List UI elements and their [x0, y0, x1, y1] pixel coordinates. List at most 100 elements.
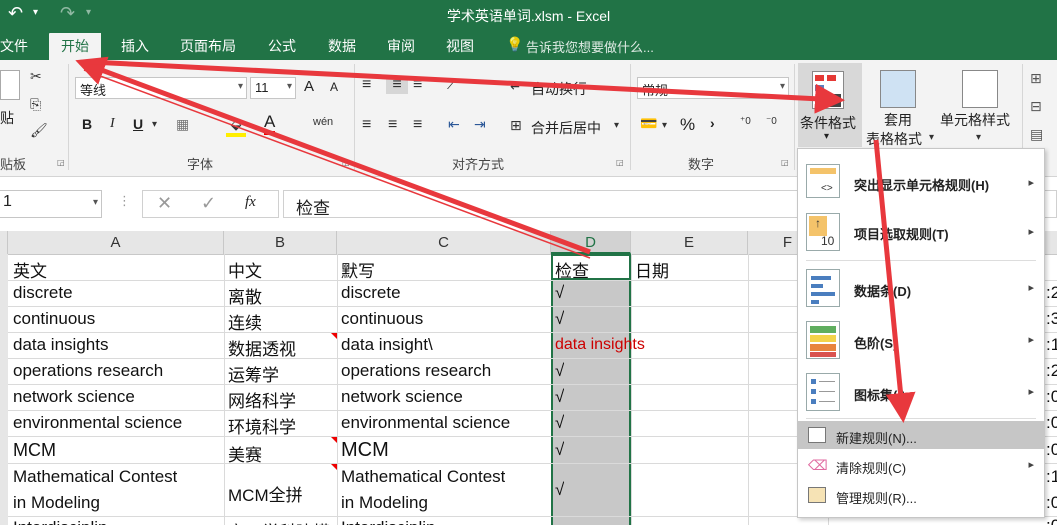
menu-item-icon-sets[interactable]: 图标集(I) ▸ [798, 367, 1044, 419]
decrease-indent-icon[interactable]: ⇤ [448, 116, 460, 133]
align-middle-icon[interactable]: ≡ [386, 76, 408, 94]
wrap-text-button[interactable]: 自动换行 [531, 79, 587, 99]
cell-c1[interactable]: 默写 [341, 257, 375, 282]
cell-a6[interactable]: network science [13, 387, 135, 407]
cell-a7[interactable]: environmental science [13, 413, 182, 433]
cell-b7[interactable]: 环境科学 [228, 413, 296, 438]
cell-styles-icon[interactable] [962, 70, 998, 108]
percent-button[interactable]: % [680, 115, 695, 135]
dialog-launcher-icon[interactable]: ◲ [57, 158, 65, 167]
tell-me-box[interactable]: 告诉我您想要做什么... [526, 37, 654, 56]
menu-item-clear-rules[interactable]: ⌫ 清除规则(C) ▸ [798, 451, 1044, 479]
cell-a1[interactable]: 英文 [13, 257, 47, 282]
tab-page-layout[interactable]: 页面布局 [180, 36, 236, 56]
cell-d5[interactable]: √ [555, 361, 564, 381]
wrap-text-icon[interactable]: ↵ [510, 78, 522, 95]
column-header-b[interactable]: B [224, 231, 337, 254]
cell-d7[interactable]: √ [555, 413, 564, 433]
tab-file[interactable]: 文件 [0, 36, 28, 56]
format-as-table-icon[interactable] [880, 70, 916, 108]
cell-b10[interactable]: 交叉学科建模 [228, 518, 330, 525]
tab-formulas[interactable]: 公式 [268, 36, 296, 56]
grow-font-button[interactable]: A [304, 78, 314, 95]
format-painter-icon[interactable]: 🖌 [30, 122, 48, 139]
cell-c7[interactable]: environmental science [341, 413, 510, 433]
chevron-down-icon[interactable]: ▾ [929, 132, 934, 143]
underline-button[interactable]: U [133, 116, 143, 132]
align-center-icon[interactable]: ≡ [388, 116, 397, 134]
column-header-a[interactable]: A [8, 231, 224, 254]
tab-view[interactable]: 视图 [446, 36, 474, 56]
cell-d1[interactable]: 检查 [555, 257, 589, 282]
fill-color-icon[interactable]: ⬙ [226, 116, 246, 137]
cell-a4[interactable]: data insights [13, 335, 108, 355]
format-as-table-button-l2[interactable]: 表格格式 [866, 129, 922, 149]
cell-d4[interactable]: data insights [555, 336, 645, 354]
cell-e1[interactable]: 日期 [635, 257, 669, 282]
select-all-corner[interactable] [0, 231, 8, 254]
cell-d2[interactable]: √ [555, 283, 564, 303]
cell-c4[interactable]: data insight\ [341, 335, 433, 355]
tab-home[interactable]: 开始 [49, 33, 101, 62]
insert-cells-icon[interactable]: ⊞ [1030, 70, 1042, 87]
cell-b8[interactable]: 美赛 [228, 441, 262, 466]
cell-d9[interactable]: √ [555, 480, 564, 500]
column-header-e[interactable]: E [631, 231, 748, 254]
cancel-icon[interactable]: ✕ [157, 193, 172, 214]
format-as-table-button-l1[interactable]: 套用 [884, 110, 912, 130]
format-cells-icon[interactable]: ▤ [1030, 126, 1043, 143]
menu-item-manage-rules[interactable]: 管理规则(R)... [798, 481, 1044, 509]
align-right-icon[interactable]: ≡ [413, 116, 422, 134]
increase-decimal-icon[interactable]: ⁺0 [740, 116, 751, 127]
cell-c2[interactable]: discrete [341, 283, 401, 303]
menu-item-highlight-rules[interactable]: <> 突出显示单元格规则(H) ▸ [798, 155, 1044, 207]
align-bottom-icon[interactable]: ≡ [413, 76, 422, 94]
menu-item-new-rule[interactable]: 新建规则(N)... [798, 421, 1044, 449]
cell-a5[interactable]: operations research [13, 361, 163, 381]
merge-center-button[interactable]: 合并后居中 [531, 118, 601, 138]
orientation-icon[interactable]: ⟋ [447, 76, 457, 93]
dialog-launcher-icon[interactable]: ◲ [781, 158, 789, 167]
accounting-icon[interactable]: 💳 [640, 115, 657, 132]
cell-c5[interactable]: operations research [341, 361, 491, 381]
dialog-launcher-icon[interactable]: ◲ [616, 158, 624, 167]
delete-cells-icon[interactable]: ⊟ [1030, 98, 1042, 115]
cell-b3[interactable]: 连续 [228, 309, 262, 334]
cell-a2[interactable]: discrete [13, 283, 73, 303]
increase-indent-icon[interactable]: ⇥ [474, 116, 486, 133]
cell-b4[interactable]: 数据透视 [228, 335, 296, 360]
bold-button[interactable]: B [82, 116, 92, 132]
borders-icon[interactable]: ▦ [176, 116, 189, 133]
name-box[interactable]: 1 ▾ [0, 190, 102, 218]
cell-c8[interactable]: MCM [341, 439, 389, 462]
cell-d8[interactable]: √ [555, 440, 564, 460]
cell-styles-button[interactable]: 单元格样式 [940, 110, 1010, 130]
cell-b6[interactable]: 网络科学 [228, 387, 296, 412]
cell-c6[interactable]: network science [341, 387, 463, 407]
conditional-formatting-button[interactable]: ≠ 条件格式 ▾ [798, 63, 862, 147]
merge-center-icon[interactable]: ⊞ [510, 117, 522, 134]
phonetic-button[interactable]: wén [313, 116, 333, 128]
enter-icon[interactable]: ✓ [201, 193, 216, 214]
cell-c9[interactable]: Mathematical Contest [341, 467, 505, 487]
font-name-combo[interactable]: 等线 ▾ [75, 77, 247, 99]
chevron-down-icon[interactable]: ▾ [976, 132, 981, 143]
number-format-combo[interactable]: 常规 ▾ [637, 77, 789, 99]
cell-b5[interactable]: 运筹学 [228, 361, 279, 386]
cell-d3[interactable]: √ [555, 309, 564, 329]
cell-d6[interactable]: √ [555, 387, 564, 407]
cut-icon[interactable]: ✂ [30, 68, 42, 85]
font-size-combo[interactable]: 11 ▾ [250, 77, 296, 99]
cell-b1[interactable]: 中文 [228, 257, 262, 282]
tab-data[interactable]: 数据 [328, 36, 356, 56]
tab-insert[interactable]: 插入 [121, 36, 149, 56]
column-header-d[interactable]: D [551, 231, 631, 254]
dialog-launcher-icon[interactable]: ◲ [342, 158, 350, 167]
menu-item-color-scales[interactable]: 色阶(S) ▸ [798, 315, 1044, 367]
cell-b9[interactable]: MCM全拼 [228, 481, 303, 506]
cell-a9[interactable]: Mathematical Contest [13, 467, 177, 487]
paste-icon[interactable] [0, 70, 20, 100]
align-left-icon[interactable]: ≡ [362, 116, 371, 134]
chevron-down-icon[interactable]: ▾ [614, 120, 619, 131]
insert-function-button[interactable]: fx [245, 194, 256, 211]
